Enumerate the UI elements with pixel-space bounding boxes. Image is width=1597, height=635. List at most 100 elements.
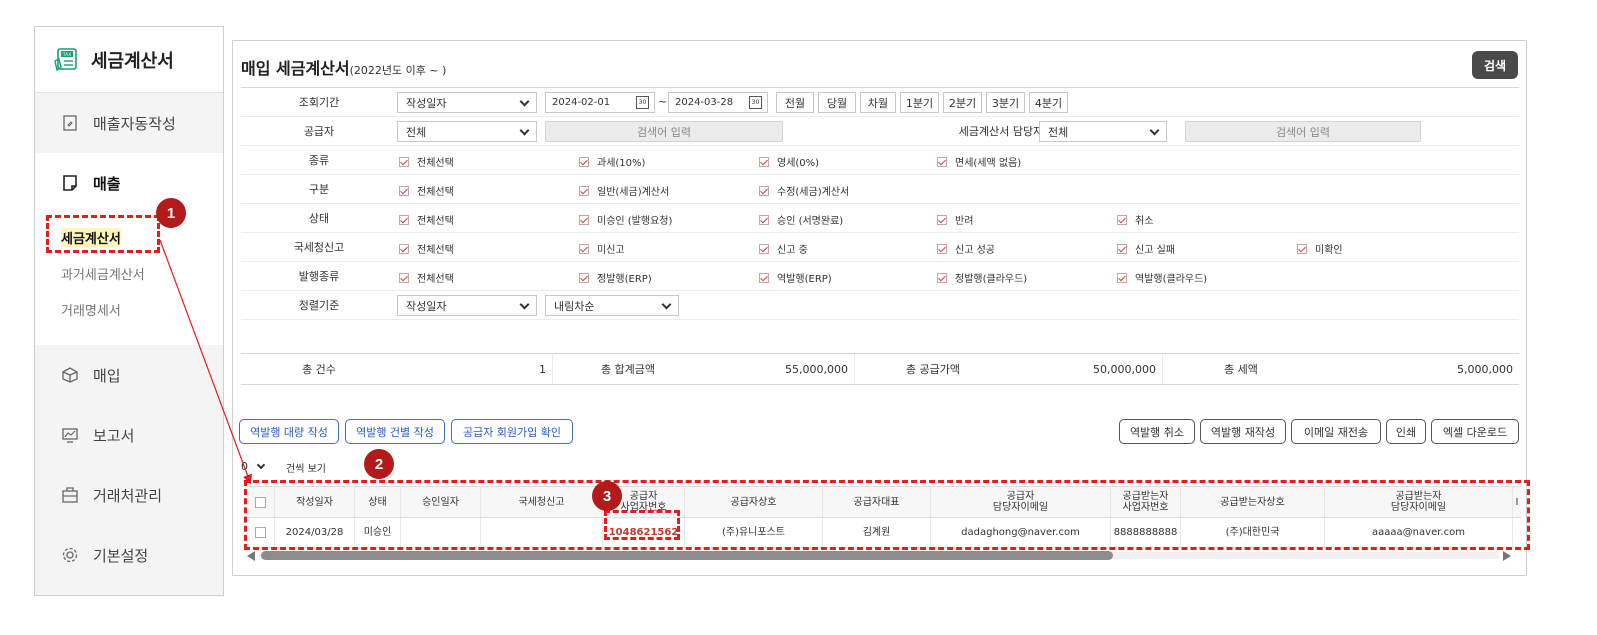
document-edit-icon [63, 115, 77, 131]
checkbox-label: 전체선택 [417, 245, 454, 256]
scroll-right-arrow-icon[interactable] [1503, 551, 1511, 561]
sidebar-subitem-label: 과거세금계산서 [61, 267, 145, 283]
horizontal-scrollbar[interactable] [247, 550, 1511, 561]
period-this-month-button[interactable]: 당월 [818, 92, 856, 113]
sidebar-item-purchase[interactable]: 매입 [35, 345, 223, 405]
reverse-issue-cancel-button[interactable]: 역발행 취소 [1119, 419, 1195, 444]
checkbox-issue-forward-erp[interactable]: 정발행(ERP) [579, 270, 652, 285]
date-to-input[interactable]: 2024-03-28 30 [668, 92, 768, 113]
checkbox-label: 역발행(클라우드) [1135, 274, 1208, 285]
checkbox-status-all[interactable]: 전체선택 [399, 212, 454, 227]
sidebar-item-label: 매입 [93, 366, 121, 385]
checkbox-issue-forward-cloud[interactable]: 정발행(클라우드) [937, 270, 1027, 285]
checkbox-nts-unreported[interactable]: 미신고 [579, 241, 625, 256]
period-q4-button[interactable]: 4분기 [1029, 92, 1068, 113]
supplier-search-input[interactable]: 검색어 입력 [545, 121, 783, 142]
checkbox-label: 신고 실패 [1135, 245, 1175, 256]
period-next-month-button[interactable]: 차월 [860, 92, 896, 113]
filter-row-category: 구분 전체선택 일반(세금)계산서 수정(세금)계산서 [241, 175, 1519, 204]
checkbox-kind-exempt[interactable]: 면세(세액 없음) [937, 154, 1021, 169]
page-size-select[interactable]: 0 [241, 456, 275, 476]
search-button[interactable]: 검색 [1472, 51, 1518, 79]
checkbox-label: 전체선택 [417, 274, 454, 285]
checkbox-kind-zero[interactable]: 영세(0%) [759, 154, 819, 169]
checkbox-checked-icon [937, 156, 947, 167]
checkbox-status-cancelled[interactable]: 취소 [1117, 212, 1153, 227]
checkbox-status-rejected[interactable]: 반려 [937, 212, 973, 227]
filter-label: 구분 [308, 183, 330, 196]
checkbox-label: 신고 성공 [955, 245, 995, 256]
checkbox-issue-all[interactable]: 전체선택 [399, 270, 454, 285]
checkbox-issue-reverse-erp[interactable]: 역발행(ERP) [759, 270, 832, 285]
checkbox-category-normal[interactable]: 일반(세금)계산서 [579, 183, 669, 198]
chevron-down-icon [256, 460, 266, 469]
sidebar-item-report[interactable]: 보고서 [35, 405, 223, 465]
checkbox-checked-icon [759, 243, 769, 254]
checkbox-category-all[interactable]: 전체선택 [399, 183, 454, 198]
checkbox-status-unapproved[interactable]: 미승인 (발행요청) [579, 212, 672, 227]
checkbox-nts-unknown[interactable]: 미확인 [1297, 241, 1343, 256]
checkbox-label: 영세(0%) [777, 158, 820, 169]
sidebar-subitem-past-tax-invoice[interactable]: 과거세금계산서 [35, 255, 223, 291]
calendar-icon[interactable]: 30 [749, 96, 762, 109]
period-prev-month-button[interactable]: 전월 [776, 92, 814, 113]
checkbox-nts-success[interactable]: 신고 성공 [937, 241, 995, 256]
checkbox-checked-icon [399, 185, 409, 196]
print-button[interactable]: 인쇄 [1386, 419, 1426, 444]
filter-row-sort: 정렬기준 작성일자 내림차순 [241, 291, 1519, 320]
checkbox-category-modified[interactable]: 수정(세금)계산서 [759, 183, 849, 198]
checkbox-label: 반려 [955, 216, 974, 227]
checkbox-checked-icon [579, 214, 589, 225]
scroll-left-arrow-icon[interactable] [247, 551, 255, 561]
excel-download-button[interactable]: 엑셀 다운로드 [1431, 419, 1519, 444]
sidebar-subitem-transaction-statement[interactable]: 거래명세서 [35, 291, 223, 327]
reverse-issue-bulk-button[interactable]: 역발행 대량 작성 [239, 419, 339, 444]
annotation-badge-3: 3 [592, 481, 622, 511]
checkbox-nts-failed[interactable]: 신고 실패 [1117, 241, 1175, 256]
checkbox-kind-all[interactable]: 전체선택 [399, 154, 454, 169]
checkbox-label: 전체선택 [417, 187, 454, 198]
page-size-value: 0 [241, 459, 248, 473]
checkbox-kind-taxable[interactable]: 과세(10%) [579, 154, 645, 169]
sort-order-select[interactable]: 내림차순 [545, 295, 679, 316]
period-q3-button[interactable]: 3분기 [986, 92, 1025, 113]
sidebar-brand[interactable]: TAX 세금계산서 [35, 27, 223, 93]
checkbox-status-approved[interactable]: 승인 (서명완료) [759, 212, 843, 227]
sidebar-item-settings[interactable]: 기본설정 [35, 525, 223, 585]
checkbox-nts-all[interactable]: 전체선택 [399, 241, 454, 256]
sidebar-item-sales[interactable]: 매출 [35, 153, 223, 213]
sidebar-item-label: 매출자동작성 [93, 114, 176, 133]
sidebar-item-sales-auto[interactable]: 매출자동작성 [35, 93, 223, 153]
period-type-select[interactable]: 작성일자 [397, 92, 537, 113]
filter-row-kind: 종류 전체선택 과세(10%) 영세(0%) 면세(세액 없음) [241, 146, 1519, 175]
date-to-value: 2024-03-28 [675, 97, 734, 108]
annotation-badge-1: 1 [156, 198, 186, 228]
totals-bar: 총 건수 1 총 합계금액 55,000,000 총 공급가액 50,000,0… [241, 353, 1519, 385]
sidebar-item-partner[interactable]: 거래처관리 [35, 465, 223, 525]
sidebar-item-label: 기본설정 [93, 546, 149, 565]
filter-row-nts-report: 국세청신고 전체선택 미신고 신고 중 신고 성공 신고 실패 미확인 [241, 233, 1519, 262]
total-tax-label: 총 세액 [1163, 354, 1319, 384]
sort-field-select[interactable]: 작성일자 [397, 295, 537, 316]
checkbox-label: 일반(세금)계산서 [597, 187, 670, 198]
annotation-badge-2: 2 [364, 449, 394, 479]
period-q1-button[interactable]: 1분기 [900, 92, 939, 113]
period-q2-button[interactable]: 2분기 [943, 92, 982, 113]
manager-search-input[interactable]: 검색어 입력 [1185, 121, 1421, 142]
checkbox-checked-icon [579, 243, 589, 254]
reverse-issue-rewrite-button[interactable]: 역발행 재작성 [1200, 419, 1286, 444]
reverse-issue-single-button[interactable]: 역발행 건별 작성 [345, 419, 445, 444]
email-resend-button[interactable]: 이메일 재전송 [1291, 419, 1381, 444]
date-from-input[interactable]: 2024-02-01 30 [545, 92, 655, 113]
page-title-text: 매입 세금계산서 [241, 59, 350, 78]
total-sum-value: 55,000,000 [703, 354, 855, 384]
checkbox-nts-reporting[interactable]: 신고 중 [759, 241, 808, 256]
supplier-select[interactable]: 전체 [397, 121, 537, 142]
checkbox-issue-reverse-cloud[interactable]: 역발행(클라우드) [1117, 270, 1207, 285]
filter-label: 조회기간 [298, 96, 340, 109]
total-supply-label: 총 공급가액 [855, 354, 1011, 384]
manager-select[interactable]: 전체 [1039, 121, 1167, 142]
supplier-signup-check-button[interactable]: 공급자 회원가입 확인 [451, 419, 573, 444]
scroll-thumb[interactable] [261, 551, 1113, 560]
calendar-icon[interactable]: 30 [636, 96, 649, 109]
